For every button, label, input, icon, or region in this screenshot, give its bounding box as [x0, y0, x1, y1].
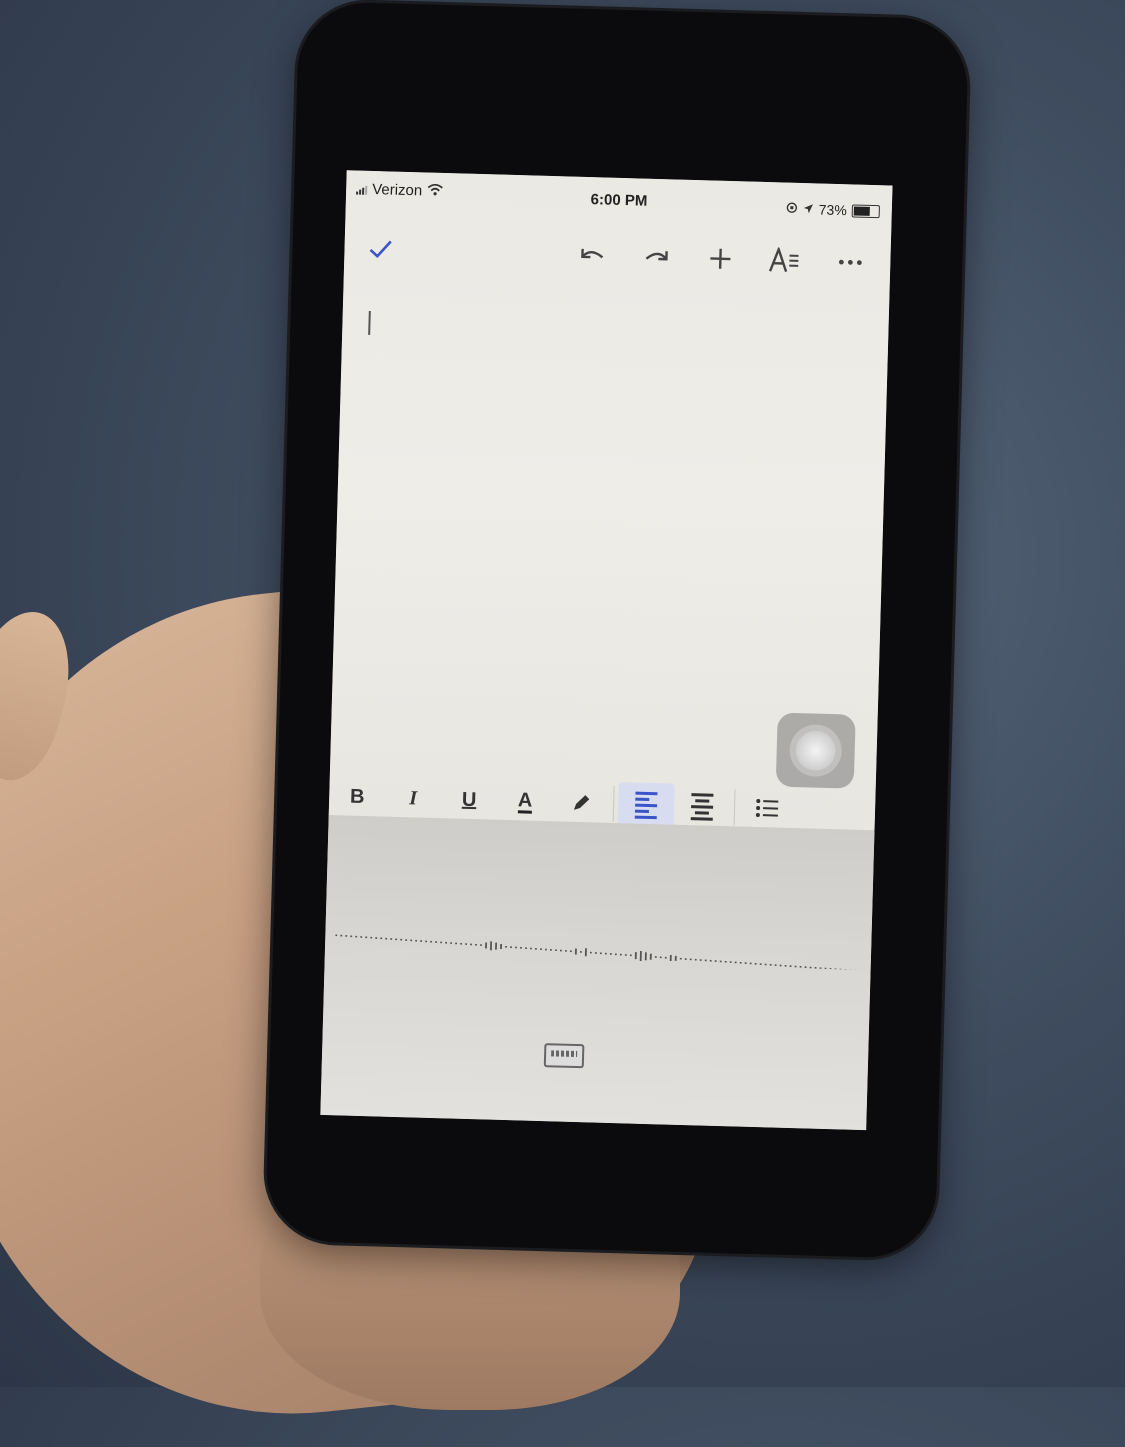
- keyboard-icon[interactable]: [544, 1043, 585, 1068]
- underline-button[interactable]: U: [441, 777, 498, 823]
- bulleted-list-icon: [755, 798, 780, 819]
- highlight-pen-icon[interactable]: [553, 780, 610, 826]
- text-cursor: [368, 311, 371, 335]
- more-icon[interactable]: [828, 232, 874, 293]
- plus-icon[interactable]: [698, 228, 744, 289]
- align-center-icon: [691, 793, 714, 821]
- location-icon: [803, 201, 814, 217]
- battery-percent: 73%: [819, 201, 847, 218]
- undo-icon[interactable]: [570, 225, 616, 286]
- redo-icon[interactable]: [634, 226, 680, 287]
- phone-frame: Verizon 6:00 PM 73%: [265, 1, 969, 1259]
- align-left-button[interactable]: [618, 782, 675, 828]
- voice-waveform: [335, 915, 862, 970]
- divider: [734, 789, 736, 825]
- rotation-lock-icon: [786, 201, 798, 217]
- checkmark-icon[interactable]: [358, 219, 404, 280]
- battery-icon: [852, 204, 880, 218]
- status-bar: Verizon 6:00 PM 73%: [346, 170, 893, 223]
- text-color-button[interactable]: A: [497, 779, 554, 825]
- phone-screen: Verizon 6:00 PM 73%: [320, 170, 892, 1130]
- editor-toolbar: [344, 218, 891, 293]
- align-center-button[interactable]: [674, 784, 731, 830]
- divider: [613, 786, 615, 822]
- assistive-touch-button[interactable]: [776, 713, 856, 789]
- bulleted-list-button[interactable]: [738, 785, 795, 831]
- text-format-icon[interactable]: [762, 230, 808, 291]
- italic-button[interactable]: I: [385, 776, 442, 822]
- assistive-touch-icon: [795, 730, 836, 771]
- document-canvas[interactable]: Verizon 6:00 PM 73%: [329, 170, 893, 830]
- align-left-icon: [635, 791, 658, 819]
- bold-button[interactable]: B: [329, 774, 386, 820]
- voice-input-panel: [320, 815, 874, 1130]
